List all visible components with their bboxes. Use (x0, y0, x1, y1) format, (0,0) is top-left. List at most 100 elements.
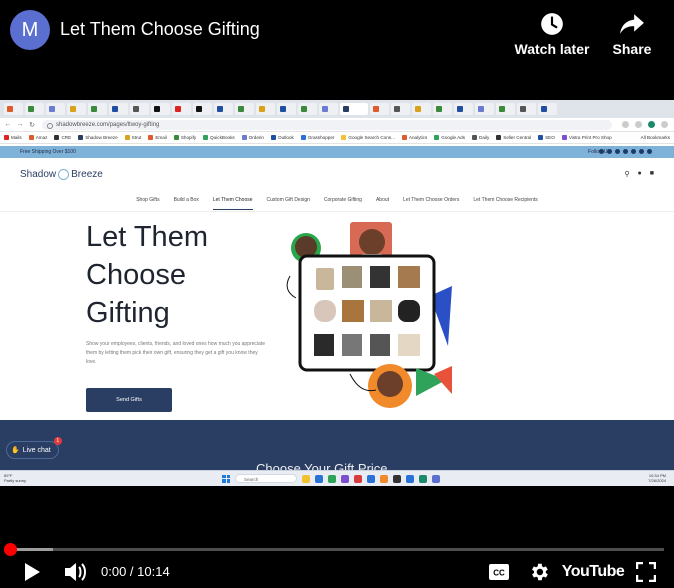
bookmark-label: Vistra Print Pro Shop (568, 135, 612, 140)
bookmark-item: Google Ads (434, 135, 465, 140)
volume-button[interactable] (62, 560, 88, 584)
watch-later-button[interactable]: Watch later (512, 10, 592, 57)
play-icon (25, 563, 40, 581)
tiktok-icon (647, 149, 652, 154)
captions-button[interactable]: CC (486, 560, 512, 584)
browser-tab (130, 103, 149, 115)
browser-tab (277, 103, 296, 115)
bookmark-item: Orderin (241, 135, 264, 140)
live-chat-label: Live chat (22, 446, 51, 454)
banner-text: Choose Your Gift Price (256, 461, 388, 470)
youtube-logo[interactable]: YouTube (562, 560, 625, 584)
hero-illustration (286, 222, 452, 408)
extension-icon (622, 121, 629, 128)
bookmark-label: SEO (545, 135, 555, 140)
wave-hand-icon: ✋ (11, 447, 20, 454)
site-header: Shadow Breeze ⚲ ● ■ (0, 158, 674, 188)
bookmark-item: CRE (54, 135, 71, 140)
share-button[interactable]: Share (592, 10, 672, 57)
progress-bar[interactable] (10, 548, 664, 551)
price-banner: Choose Your Gift Price (0, 420, 674, 470)
live-chat-button: ✋ Live chat 1 (6, 437, 62, 459)
pinterest-icon (615, 149, 620, 154)
logo-text-left: Shadow (20, 169, 57, 180)
os-taskbar: 69°F Partly sunny Search 10:34 PM 7/26/2… (0, 470, 674, 486)
bookmark-item: Shopify (173, 135, 197, 140)
play-button[interactable] (20, 560, 44, 584)
browser-tab (412, 103, 431, 115)
linkedin-icon (639, 149, 644, 154)
app-icon (406, 474, 414, 483)
bookmark-label: QuickBooks (210, 135, 235, 140)
bookmark-item: Mails (4, 135, 22, 140)
hero-title-line: Gifting (86, 297, 170, 329)
bookmark-favicon-icon (300, 135, 306, 140)
browser-tab (391, 103, 410, 115)
bookmarks-bar: Mails Amaz CRE Shadow Breeze Strut Email Shopi… (0, 132, 674, 144)
bookmark-item: Amaz (28, 135, 47, 140)
bookmark-item: Google Search Cons... (341, 135, 395, 140)
bookmark-item: Vistra Print Pro Shop (561, 135, 612, 140)
taskbar-weather: 69°F Partly sunny (4, 473, 26, 483)
bookmark-label: Google Ads (441, 135, 466, 140)
bookmark-label: Google Search Cons... (348, 135, 395, 140)
forward-icon: → (16, 121, 24, 128)
bookmark-favicon-icon (271, 135, 276, 140)
extension-icon (635, 121, 642, 128)
nav-corporate-gifting: Corporate Gifting (323, 197, 362, 203)
video-title[interactable]: Let Them Choose Gifting (60, 19, 260, 40)
file-explorer-icon (302, 474, 310, 483)
bookmark-item: QuickBooks (203, 135, 235, 140)
bookmark-item: Email (148, 135, 167, 140)
browser-tab (193, 103, 212, 115)
reload-icon: ↻ (29, 121, 35, 129)
twitter-icon (607, 149, 612, 154)
nav-about: About (375, 197, 390, 203)
nav-shop-gifts: Shop Gifts (136, 197, 160, 203)
video-frame[interactable]: ← → ↻ shadowbreeze.com/pages/ltwoy-gifti… (0, 100, 674, 486)
bookmark-favicon-icon (561, 135, 567, 140)
bookmark-favicon-icon (496, 135, 502, 140)
site-nav: Shop Gifts Build a Box Let Them Choose C… (0, 192, 674, 212)
bookmark-item: Strut (124, 135, 142, 140)
browser-tab (235, 103, 254, 115)
app-icon (432, 474, 440, 483)
bookmark-label: Mails (11, 135, 22, 140)
bookmark-favicon-icon (401, 135, 407, 140)
bookmark-label: Shadow Breeze (85, 135, 118, 140)
time-separator: / (126, 564, 138, 579)
bookmark-favicon-icon (54, 135, 60, 140)
progress-scrubber[interactable] (4, 543, 17, 556)
share-arrow-icon (619, 10, 645, 38)
clock-date: 7/26/2024 (648, 478, 666, 483)
browser-tab-active (340, 103, 368, 115)
bookmark-label: Strut (131, 135, 142, 140)
bookmark-favicon-icon (173, 135, 179, 140)
bookmark-item: Analytics (401, 135, 427, 140)
announcement-bar: Free Shipping Over $100 Follow Us (0, 146, 674, 158)
bookmark-item: Outlook (271, 135, 294, 140)
time-display: 0:00 / 10:14 (101, 564, 170, 579)
bookmark-label: Shopify (180, 135, 197, 140)
bookmark-label: Orderin (248, 135, 264, 140)
browser-tab (67, 103, 86, 115)
nav-custom-gift-design: Custom Gift Design (266, 197, 310, 203)
app-icon (393, 474, 401, 483)
announcement-text: Free Shipping Over $100 (20, 149, 76, 155)
browser-tab (517, 103, 536, 115)
menu-icon (661, 121, 668, 128)
browser-tab (25, 103, 44, 115)
browser-tab (172, 103, 191, 115)
windows-start-icon (222, 474, 230, 483)
browser-tab (298, 103, 317, 115)
channel-avatar[interactable]: M (10, 10, 50, 50)
browser-tab-strip (0, 100, 674, 118)
bookmark-favicon-icon (472, 135, 478, 140)
app-icon (367, 474, 375, 483)
fullscreen-button[interactable] (634, 560, 658, 584)
settings-button[interactable] (526, 560, 552, 584)
browser-tab (538, 103, 557, 115)
bookmark-item: Seller Central (496, 135, 531, 140)
url-field: shadowbreeze.com/pages/ltwoy-gifting (42, 119, 612, 130)
browser-tab (4, 103, 23, 115)
